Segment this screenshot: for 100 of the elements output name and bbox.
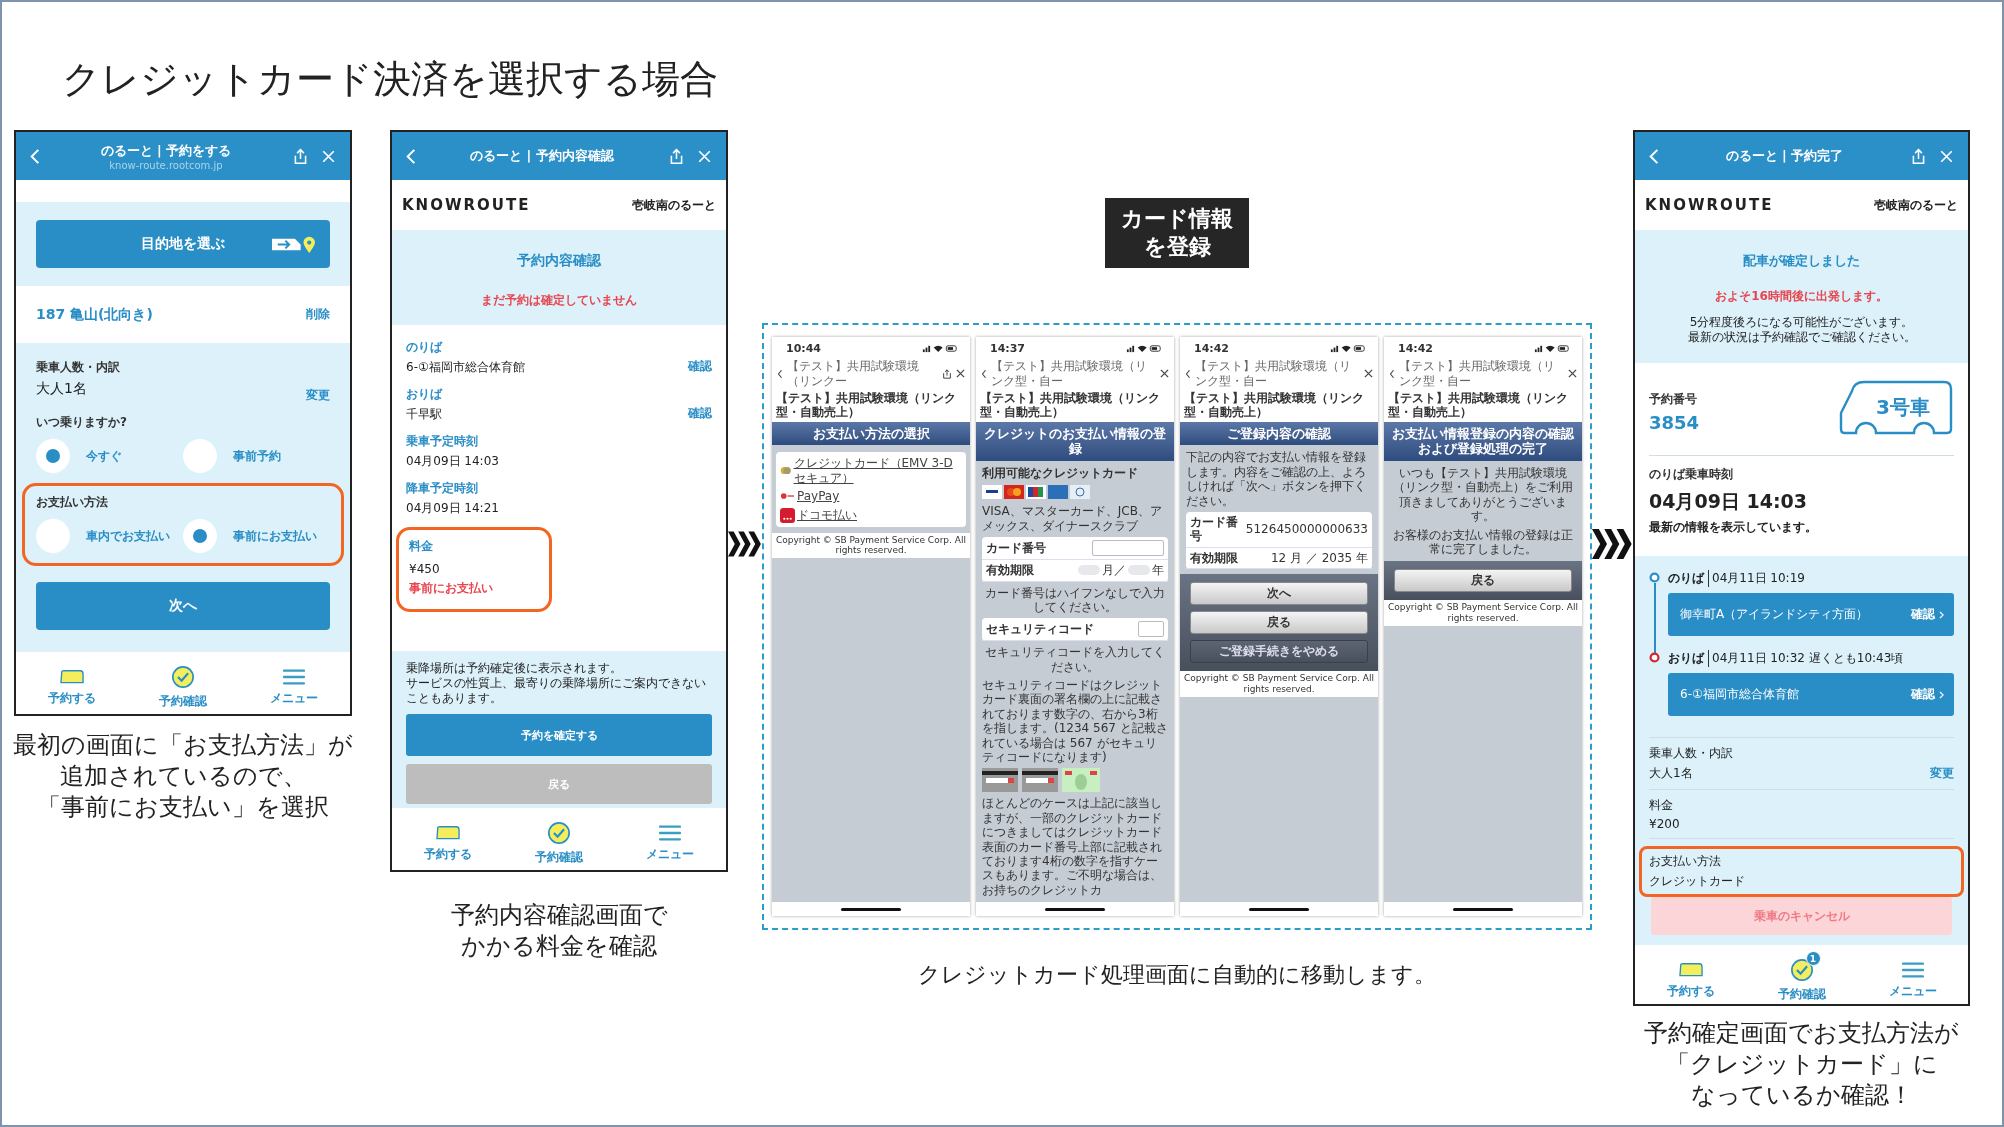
field-label: セキュリティコード bbox=[986, 622, 1094, 637]
share-icon[interactable] bbox=[292, 147, 309, 165]
brand-logo: KNOWROUTE bbox=[402, 196, 531, 214]
browser-title: 【テスト】共用試験環境（リンクー bbox=[787, 359, 920, 388]
vehicle-number: 3号車 bbox=[1876, 393, 1930, 421]
tab-bar-item[interactable]: メニュー bbox=[264, 659, 325, 707]
tab-bar-item[interactable]: 予約確認 bbox=[529, 812, 589, 866]
radio-button[interactable] bbox=[36, 519, 70, 553]
site-title: 【テスト】共用試験環境（リンク型・自動売上） bbox=[772, 389, 970, 422]
caption: 予約確定画面でお支払方法が 「クレジットカード」に なっているか確認！ bbox=[1644, 1018, 1959, 1111]
hint-text: セキュリティコードを入力してください。 bbox=[984, 645, 1166, 675]
field-value: 04月09日 14:21 bbox=[406, 500, 499, 517]
tab-bar-item[interactable]: 予約する bbox=[41, 659, 102, 707]
bus-icon bbox=[58, 668, 85, 686]
year-unit: 年 bbox=[1152, 563, 1164, 578]
tab-bar-item[interactable]: 予約する bbox=[1660, 952, 1721, 1000]
back-icon[interactable] bbox=[1185, 368, 1191, 379]
action-button[interactable]: ご登録手続きをやめる bbox=[1190, 640, 1368, 664]
field-label: 有効期限 bbox=[1190, 550, 1238, 566]
status-icons-drawing bbox=[1534, 344, 1570, 354]
check-circle-icon bbox=[171, 665, 195, 689]
action-button[interactable]: 戻る bbox=[1394, 569, 1572, 593]
home-indicator bbox=[841, 907, 901, 911]
security-code-note: セキュリティコードはクレジットカード裏面の署名欄の上に記載されております数字の、右から3桁を指します。(1234 567 と記載されている場合は 567 がセキュリティコードになります) bbox=[982, 678, 1168, 765]
site-title: 【テスト】共用試験環境（リンク型・自動売上） bbox=[1180, 389, 1378, 422]
step-label: カード情報 を登録 bbox=[1105, 198, 1249, 268]
tab-bar-item[interactable]: メニュー bbox=[1882, 952, 1943, 1000]
boarding-time: 04月09日 14:03 bbox=[1649, 489, 1808, 514]
confirm-button[interactable]: 予約を確定する bbox=[406, 714, 712, 756]
home-indicator bbox=[1045, 907, 1105, 911]
close-icon[interactable] bbox=[1568, 369, 1577, 379]
browser-title: 【テスト】共用試験環境（リンク型・自ー bbox=[1399, 359, 1556, 388]
field-label: 乗車人数・内訳 bbox=[1649, 745, 1734, 762]
action-button[interactable]: 戻る bbox=[1190, 611, 1368, 635]
next-button[interactable]: 次へ bbox=[36, 582, 330, 630]
radio-button[interactable] bbox=[36, 439, 70, 473]
field-label: 利用可能なクレジットカード bbox=[982, 465, 1139, 481]
menu-icon bbox=[658, 824, 683, 842]
stop-time: 04月11日 10:32 遅くとも10:43頃 bbox=[1708, 650, 1904, 667]
payment-method-link[interactable]: ドコモ払い bbox=[797, 507, 857, 523]
confirm-link[interactable]: 確認 bbox=[688, 357, 712, 375]
stop-button[interactable]: 6-①福岡市総合体育館 確認 bbox=[1668, 673, 1954, 716]
close-icon[interactable] bbox=[1160, 369, 1169, 379]
confirm-link[interactable]: 確認 bbox=[688, 404, 712, 422]
browser-title: 【テスト】共用試験環境（リンク型・自ー bbox=[991, 359, 1148, 388]
delete-link[interactable]: 削除 bbox=[306, 306, 330, 323]
field-label: のりば bbox=[406, 339, 444, 356]
hint-text: カード番号はハイフンなしで入力してください。 bbox=[984, 585, 1166, 615]
cancel-button[interactable]: 乗車のキャンセル bbox=[1651, 897, 1952, 935]
field-value: 大人1名 bbox=[1649, 765, 1693, 782]
back-icon[interactable] bbox=[981, 368, 987, 379]
caption: 予約内容確認画面で かかる料金を確認 bbox=[450, 900, 668, 962]
change-link[interactable]: 変更 bbox=[306, 386, 330, 404]
check-circle-icon bbox=[547, 821, 571, 845]
choose-destination-button[interactable]: 目的地を選ぶ bbox=[36, 220, 330, 268]
stop-button[interactable]: 御幸町A（アイランドシティ方面） 確認 bbox=[1668, 593, 1954, 636]
section-header: クレジットのお支払い情報の登録 bbox=[976, 421, 1174, 461]
field-label: のりば乗車時刻 bbox=[1649, 466, 1734, 483]
bus-icon bbox=[434, 824, 461, 842]
share-icon[interactable] bbox=[668, 147, 685, 165]
back-button[interactable]: 戻る bbox=[406, 764, 712, 804]
field-value: 5126450000000633 bbox=[1245, 522, 1368, 537]
status-time: 14:37 bbox=[990, 342, 1025, 356]
back-icon[interactable] bbox=[1389, 368, 1395, 379]
field-label: 乗車予定時刻 bbox=[406, 433, 479, 450]
radio-label: 事前予約 bbox=[233, 447, 281, 465]
field-value: クレジットカード bbox=[1649, 873, 1745, 890]
share-icon[interactable] bbox=[1910, 147, 1927, 165]
note-text: 最新の情報を表示しています。 bbox=[1649, 519, 1818, 536]
field-label: カード番号 bbox=[986, 540, 1046, 556]
field-label: いつ乗りますか? bbox=[36, 414, 128, 431]
share-icon[interactable] bbox=[942, 368, 952, 379]
site-title: 【テスト】共用試験環境（リンク型・自動売上） bbox=[976, 389, 1174, 422]
tab-bar-item[interactable]: メニュー bbox=[640, 815, 701, 863]
field-value: 千早駅 bbox=[406, 406, 442, 423]
header-title: のるーと | 予約内容確認 bbox=[470, 147, 614, 165]
card-number-field[interactable] bbox=[1092, 540, 1164, 557]
change-link[interactable]: 変更 bbox=[1930, 765, 1954, 782]
stop-label: のりば bbox=[1668, 570, 1704, 587]
payment-method-link[interactable]: クレジットカード（EMV 3-Dセキュア） bbox=[793, 456, 962, 486]
close-icon[interactable] bbox=[956, 369, 965, 379]
section-header: ご登録内容の確認 bbox=[1180, 421, 1378, 446]
radio-button[interactable] bbox=[183, 519, 217, 553]
payment-method-link[interactable]: PayPay bbox=[797, 489, 840, 504]
tab-bar-item[interactable]: 予約する bbox=[417, 815, 478, 863]
action-button[interactable]: 次へ bbox=[1190, 582, 1368, 606]
tab-bar-item[interactable]: 予約確認 bbox=[153, 656, 213, 710]
browser-title: 【テスト】共用試験環境（リンク型・自ー bbox=[1195, 359, 1352, 388]
section-header: お支払い情報登録の内容の確認および登録処理の完了 bbox=[1384, 421, 1582, 461]
back-icon[interactable] bbox=[777, 368, 783, 379]
stop-label: おりば bbox=[1668, 650, 1704, 667]
security-code-field[interactable] bbox=[1138, 621, 1164, 638]
field-label: お支払い方法 bbox=[1649, 853, 1722, 870]
close-icon[interactable] bbox=[1364, 369, 1373, 379]
tab-bar-item[interactable]: 1 予約確認 bbox=[1771, 949, 1832, 1003]
field-value: 12 月 ／ 2035 年 bbox=[1270, 550, 1368, 566]
status-time: 14:42 bbox=[1194, 342, 1229, 356]
field-label: 降車予定時刻 bbox=[406, 480, 479, 497]
radio-button[interactable] bbox=[183, 439, 217, 473]
copyright-text: Copyright © SB Payment Service Corp. All rights reserved. bbox=[1384, 600, 1582, 626]
